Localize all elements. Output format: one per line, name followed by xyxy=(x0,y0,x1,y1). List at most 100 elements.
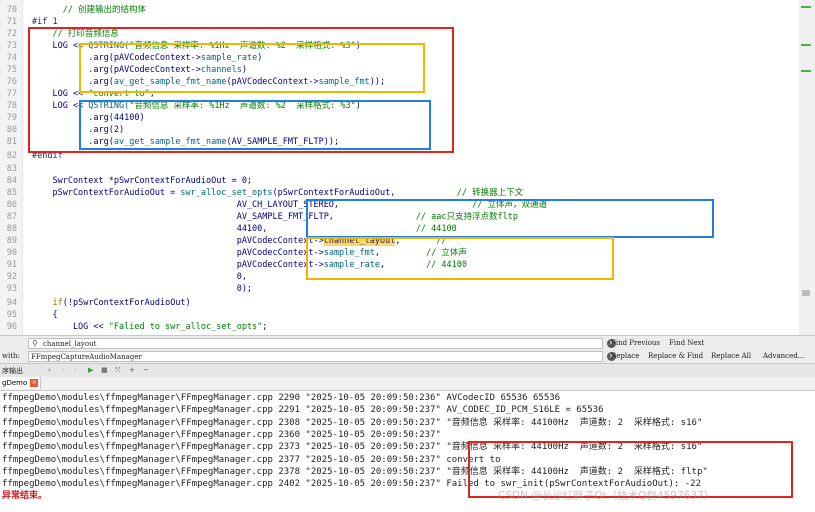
code-text: 0, xyxy=(32,272,247,282)
code-line[interactable]: 96 LOG << "Falied to swr_alloc_set_opts"… xyxy=(0,321,800,333)
find-previous-button[interactable]: Find Previous xyxy=(611,339,660,347)
code-line[interactable]: 82 #endif xyxy=(0,150,800,162)
code-line[interactable]: 81 .arg(av_get_sample_fmt_name(AV_SAMPLE… xyxy=(0,136,800,148)
line-number: 72 xyxy=(6,29,17,39)
output-pane-header: 序输出 ‹ ‹ › ▶ ■ ⤲ + − xyxy=(0,363,815,378)
code-text: .arg(pAVCodecContext->sample_rate) xyxy=(32,53,263,63)
code-text: .arg(2) xyxy=(32,125,125,135)
zoom-in-icon[interactable]: + xyxy=(129,366,135,374)
line-number: 75 xyxy=(6,65,17,75)
output-line: ffmpegDemo\modules\ffmpegManager\FFmpegM… xyxy=(2,466,708,477)
replace-input[interactable]: FFmpegCaptureAudioManager × xyxy=(28,351,616,362)
code-text: pAVCodecContext->sample_rate, // 44100 xyxy=(32,260,468,270)
code-line[interactable]: 86 AV_CH_LAYOUT_STEREO, // 立体声，双通道 xyxy=(0,199,800,211)
code-text: #endif xyxy=(32,151,63,161)
code-text: // 创建输出的结构体 xyxy=(32,5,147,15)
line-number: 89 xyxy=(6,236,17,246)
code-line[interactable]: 87 AV_SAMPLE_FMT_FLTP, // aac只支持浮点数fltp xyxy=(0,211,800,223)
prev-icon[interactable]: ‹ xyxy=(62,366,65,374)
output-tabs: gDemo × xyxy=(0,377,815,391)
code-line[interactable]: 95 { xyxy=(0,309,800,321)
code-text: AV_CH_LAYOUT_STEREO, // 立体声，双通道 xyxy=(32,200,547,210)
line-number: 80 xyxy=(6,125,17,135)
zoom-out-icon[interactable]: − xyxy=(143,366,149,374)
code-line[interactable]: 94 if(!pSwrContextForAudioOut) xyxy=(0,297,800,309)
code-line[interactable]: 76 .arg(av_get_sample_fmt_name(pAVCodecC… xyxy=(0,76,800,88)
line-number: 70 xyxy=(6,5,17,15)
code-line[interactable]: 71 #if 1 xyxy=(0,16,800,28)
code-line[interactable]: 90 pAVCodecContext->sample_fmt, // 立体声 xyxy=(0,247,800,259)
code-text: if(!pSwrContextForAudioOut) xyxy=(52,298,191,308)
back-icon[interactable]: ‹ xyxy=(48,366,51,374)
output-pane-title: 序输出 xyxy=(2,367,23,375)
search-input[interactable]: ⚲ channel_layout × xyxy=(28,338,616,349)
search-value: channel_layout xyxy=(43,340,97,348)
vertical-scrollbar[interactable] xyxy=(799,0,815,335)
scroll-marker xyxy=(801,70,811,72)
watermark: CSDN @长沙红胖子Qt（技术Q群4597637） xyxy=(498,490,715,502)
advanced-button[interactable]: Advanced... xyxy=(763,352,804,360)
code-line[interactable]: 92 0, xyxy=(0,271,800,283)
output-tab-label: gDemo xyxy=(2,379,28,387)
line-number: 71 xyxy=(6,17,17,27)
line-number: 96 xyxy=(6,322,17,332)
replace-button[interactable]: Replace xyxy=(611,352,639,360)
code-text: .arg(av_get_sample_fmt_name(pAVCodecCont… xyxy=(32,77,386,87)
code-text: pSwrContextForAudioOut = swr_alloc_set_o… xyxy=(32,188,524,198)
code-text: #if 1 xyxy=(32,17,58,27)
replace-value: FFmpegCaptureAudioManager xyxy=(31,353,142,361)
run-icon[interactable]: ▶ xyxy=(88,366,93,374)
stop-icon[interactable]: ■ xyxy=(101,366,108,374)
code-line[interactable]: 85 pSwrContextForAudioOut = swr_alloc_se… xyxy=(0,187,800,199)
error-line: 异常结束。 xyxy=(2,491,48,501)
line-number: 87 xyxy=(6,212,17,222)
close-tab-icon[interactable]: × xyxy=(30,379,39,387)
filter-icon[interactable]: ⤲ xyxy=(115,366,121,375)
code-line[interactable]: 74 .arg(pAVCodecContext->sample_rate) xyxy=(0,52,800,64)
code-line[interactable]: 80 .arg(2) xyxy=(0,124,800,136)
code-text: pAVCodecContext->channel_layout, // xyxy=(32,236,447,246)
code-line[interactable]: 79 .arg(44100) xyxy=(0,112,800,124)
code-line[interactable]: 77 LOG << "convert to"; xyxy=(0,88,800,100)
code-text: SwrContext *pSwrContextForAudioOut = 0; xyxy=(32,176,253,186)
code-line[interactable]: 78 LOG << QSTRING("音频信息 采样率: %1Hz 声道数: %… xyxy=(0,100,800,112)
line-number: 95 xyxy=(6,310,17,320)
code-line[interactable]: 70 // 创建输出的结构体 xyxy=(0,4,800,16)
line-number: 83 xyxy=(6,164,17,174)
line-number: 86 xyxy=(6,200,17,210)
code-text: { xyxy=(32,310,58,320)
code-line[interactable]: 83 xyxy=(0,163,800,175)
code-line[interactable]: 73 LOG << QSTRING("音频信息 采样率: %1Hz 声道数: %… xyxy=(0,40,800,52)
code-text: .arg(44100) xyxy=(32,113,145,123)
output-tab[interactable]: gDemo × xyxy=(0,377,42,389)
line-number: 92 xyxy=(6,272,17,282)
scrollbar-thumb[interactable] xyxy=(802,290,810,296)
line-number: 78 xyxy=(6,101,17,111)
code-line[interactable]: 93 0); xyxy=(0,283,800,295)
output-line: ffmpegDemo\modules\ffmpegManager\FFmpegM… xyxy=(2,429,441,440)
code-text: 0); xyxy=(32,284,253,294)
code-line[interactable]: 91 pAVCodecContext->sample_rate, // 4410… xyxy=(0,259,800,271)
line-number: 81 xyxy=(6,137,17,147)
find-next-button[interactable]: Find Next xyxy=(669,339,704,347)
code-text: // 打印音频信息 xyxy=(32,29,119,39)
replace-label: with: xyxy=(2,352,20,360)
line-number: 93 xyxy=(6,284,17,294)
replace-find-button[interactable]: Replace & Find xyxy=(648,352,703,360)
scroll-marker xyxy=(801,6,811,8)
code-editor[interactable]: 70 // 创建输出的结构体 71 #if 1 72 // 打印音频信息 73 LOG … xyxy=(0,0,815,335)
code-text: LOG << QSTRING("音频信息 采样率: %1Hz 声道数: %2 采… xyxy=(32,41,361,51)
output-line: ffmpegDemo\modules\ffmpegManager\FFmpegM… xyxy=(2,442,703,453)
code-line[interactable]: 89 pAVCodecContext->channel_layout, // xyxy=(0,235,800,247)
next-icon[interactable]: › xyxy=(74,366,77,374)
line-number: 85 xyxy=(6,188,17,198)
code-line[interactable]: 84 SwrContext *pSwrContextForAudioOut = … xyxy=(0,175,800,187)
line-number: 94 xyxy=(6,298,17,308)
code-text: .arg(pAVCodecContext->channels) xyxy=(32,65,247,75)
code-line[interactable]: 75 .arg(pAVCodecContext->channels) xyxy=(0,64,800,76)
output-line: ffmpegDemo\modules\ffmpegManager\FFmpegM… xyxy=(2,454,501,465)
code-line[interactable]: 88 44100, // 44100 xyxy=(0,223,800,235)
output-line: ffmpegDemo\modules\ffmpegManager\FFmpegM… xyxy=(2,405,604,416)
code-line[interactable]: 72 // 打印音频信息 xyxy=(0,28,800,40)
replace-all-button[interactable]: Replace All xyxy=(711,352,751,360)
